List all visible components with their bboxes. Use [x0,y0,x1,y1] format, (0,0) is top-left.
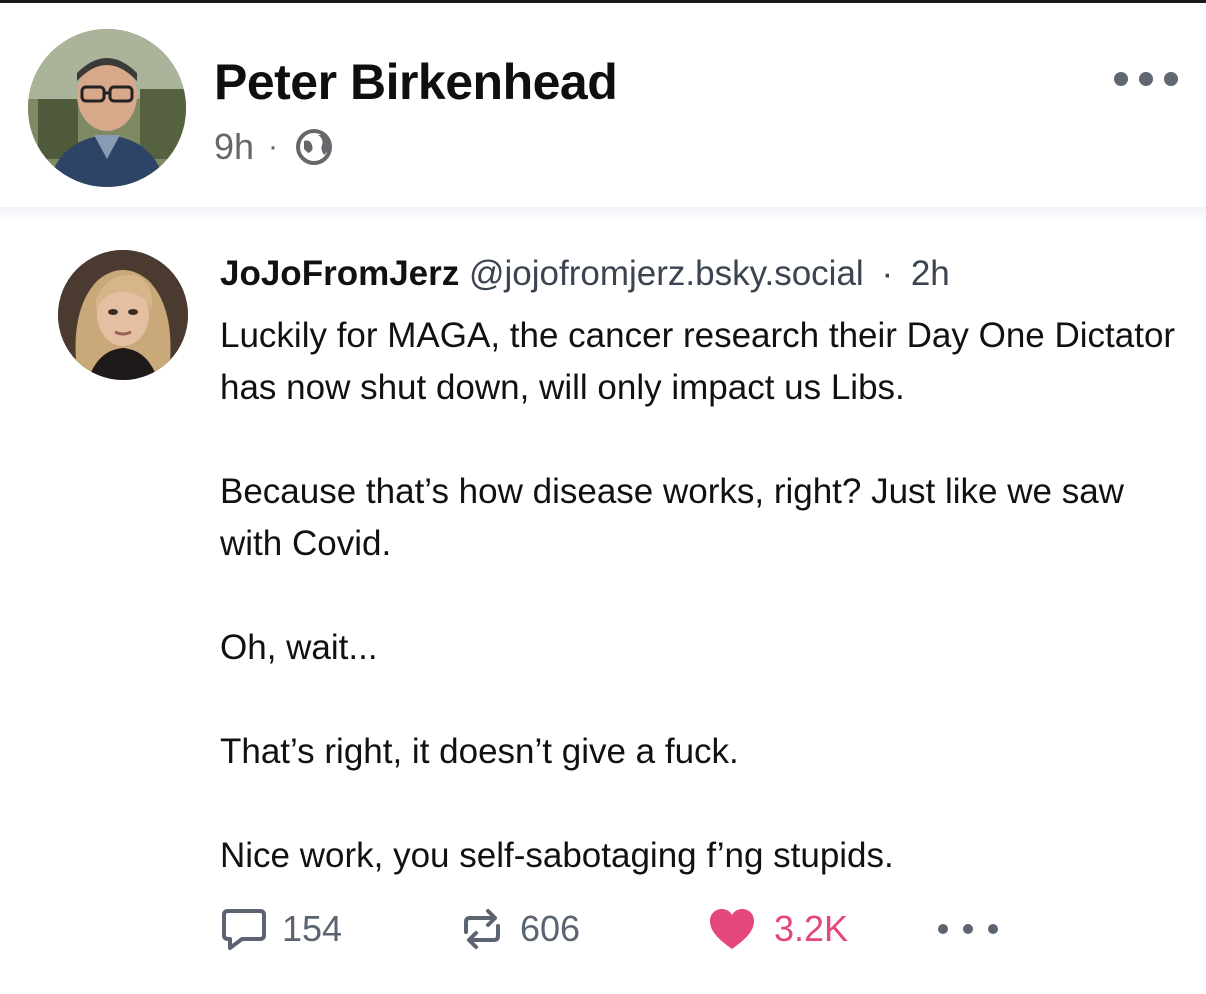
globe-icon[interactable] [294,127,334,167]
heart-icon [710,909,754,949]
post-paragraph: Nice work, you self-sabotaging f’ng stup… [220,836,894,875]
repost-count: 606 [520,908,581,949]
ellipsis-icon [963,924,973,934]
reply-button[interactable]: 154 [220,904,342,954]
action-bar: 154 606 3.2K [220,904,1020,954]
author-avatar[interactable] [28,29,186,187]
author-name[interactable]: Peter Birkenhead [214,53,618,111]
meta-separator: · [268,130,279,163]
bluesky-avatar[interactable] [58,250,188,380]
like-count: 3.2K [774,908,849,949]
ellipsis-icon [938,924,948,934]
display-name[interactable]: JoJoFromJerz [220,254,459,293]
post-timestamp[interactable]: 9h [214,126,254,168]
post-body: Luckily for MAGA, the cancer research th… [220,310,1180,882]
post-time[interactable]: 2h [911,254,950,293]
ellipsis-icon [988,924,998,934]
facebook-post-header: Peter Birkenhead 9h · [0,3,1206,203]
repost-arrows-icon [464,909,500,949]
speech-bubble-icon [222,909,266,950]
ellipsis-icon [1164,72,1178,86]
ellipsis-icon [1139,72,1153,86]
post-paragraph: Luckily for MAGA, the cancer research th… [220,316,1176,407]
repost-button[interactable]: 606 [458,904,580,954]
author-avatar-image [28,29,186,187]
user-handle[interactable]: @jojofromjerz.bsky.social [469,254,864,293]
post-more-button[interactable] [938,904,998,954]
post-paragraph: That’s right, it doesn’t give a fuck. [220,732,739,771]
bluesky-avatar-image [58,250,188,380]
like-button[interactable]: 3.2K [708,904,848,954]
bluesky-post-header: JoJoFromJerz @jojofromjerz.bsky.social ·… [220,254,950,294]
post-paragraph: Because that’s how disease works, right?… [220,472,1124,563]
more-options-button[interactable] [1114,63,1178,95]
ellipsis-icon [1114,72,1128,86]
bluesky-post: JoJoFromJerz @jojofromjerz.bsky.social ·… [0,222,1206,994]
section-divider [0,207,1206,223]
header-separator: · [881,254,894,293]
post-paragraph: Oh, wait... [220,628,378,667]
post-meta: 9h · [214,125,334,169]
reply-count: 154 [282,908,343,949]
